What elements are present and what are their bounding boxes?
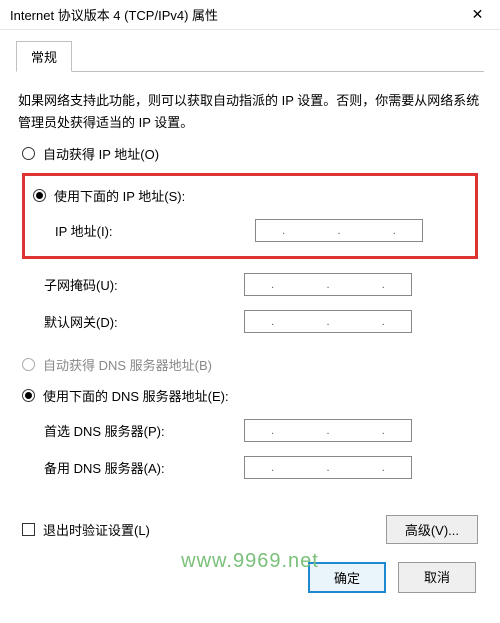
ip-address-label: IP 地址(I): bbox=[55, 221, 255, 240]
subnet-mask-input[interactable]: ... bbox=[244, 273, 412, 296]
advanced-button[interactable]: 高级(V)... bbox=[386, 515, 478, 544]
ok-button[interactable]: 确定 bbox=[308, 562, 386, 593]
radio-auto-ip-label: 自动获得 IP 地址(O) bbox=[43, 144, 159, 163]
radio-icon bbox=[22, 358, 35, 371]
description-text: 如果网络支持此功能，则可以获取自动指派的 IP 设置。否则，你需要从网络系统管理… bbox=[18, 90, 482, 134]
tab-general[interactable]: 常规 bbox=[16, 41, 72, 72]
radio-icon bbox=[22, 147, 35, 160]
radio-manual-dns-label: 使用下面的 DNS 服务器地址(E): bbox=[43, 386, 229, 405]
checkbox-icon bbox=[22, 523, 35, 536]
radio-manual-ip-label: 使用下面的 IP 地址(S): bbox=[54, 186, 185, 205]
ip-address-input[interactable]: ... bbox=[255, 219, 423, 242]
cancel-button[interactable]: 取消 bbox=[398, 562, 476, 593]
radio-manual-ip-row[interactable]: 使用下面的 IP 地址(S): bbox=[33, 186, 467, 205]
preferred-dns-input[interactable]: ... bbox=[244, 419, 412, 442]
exit-validate-row[interactable]: 退出时验证设置(L) bbox=[22, 520, 150, 539]
subnet-mask-label: 子网掩码(U): bbox=[44, 275, 244, 294]
exit-validate-label: 退出时验证设置(L) bbox=[43, 520, 150, 539]
alternate-dns-label: 备用 DNS 服务器(A): bbox=[44, 458, 244, 477]
window-title: Internet 协议版本 4 (TCP/IPv4) 属性 bbox=[10, 5, 218, 24]
highlight-box: 使用下面的 IP 地址(S): IP 地址(I): ... bbox=[22, 173, 478, 259]
radio-auto-ip-row[interactable]: 自动获得 IP 地址(O) bbox=[22, 144, 478, 163]
radio-icon bbox=[33, 189, 46, 202]
default-gateway-label: 默认网关(D): bbox=[44, 312, 244, 331]
close-icon: ✕ bbox=[472, 6, 484, 23]
radio-icon bbox=[22, 389, 35, 402]
radio-auto-dns-row: 自动获得 DNS 服务器地址(B) bbox=[22, 355, 478, 374]
radio-manual-dns-row[interactable]: 使用下面的 DNS 服务器地址(E): bbox=[22, 386, 478, 405]
alternate-dns-input[interactable]: ... bbox=[244, 456, 412, 479]
title-bar: Internet 协议版本 4 (TCP/IPv4) 属性 ✕ bbox=[0, 0, 500, 30]
tab-strip: 常规 bbox=[16, 40, 484, 72]
close-button[interactable]: ✕ bbox=[455, 0, 500, 30]
preferred-dns-label: 首选 DNS 服务器(P): bbox=[44, 421, 244, 440]
default-gateway-input[interactable]: ... bbox=[244, 310, 412, 333]
radio-auto-dns-label: 自动获得 DNS 服务器地址(B) bbox=[43, 355, 212, 374]
